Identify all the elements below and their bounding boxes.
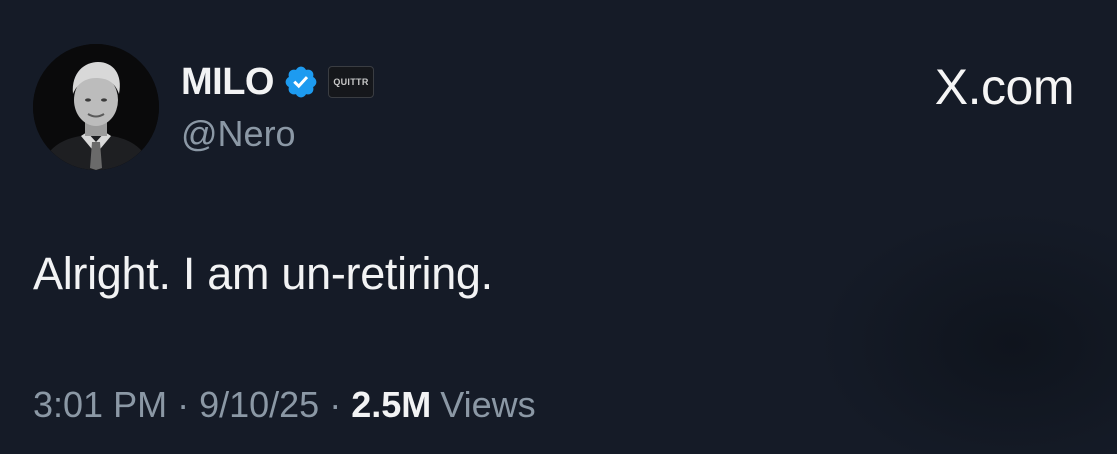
tweet-card: MILO QUITTR @Nero X.com Alright. I am un… [0,0,1117,454]
brand-label: X.com [934,59,1075,115]
views-label: Views [440,384,536,425]
author-handle[interactable]: @Nero [181,113,296,155]
views-count[interactable]: 2.5M [351,384,431,426]
avatar[interactable] [33,44,159,170]
tweet-date[interactable]: 9/10/25 [199,384,319,426]
affiliate-badge[interactable]: QUITTR [327,66,374,98]
author-display-name[interactable]: MILO [181,61,274,104]
meta-separator: · [177,384,190,425]
author-name-row: MILO QUITTR [181,60,374,104]
tweet-meta: 3:01 PM · 9/10/25 · 2.5M Views [33,384,536,426]
avatar-portrait [33,44,159,170]
tweet-time[interactable]: 3:01 PM [33,384,167,426]
verified-badge-icon [285,66,317,98]
meta-separator: · [329,384,342,425]
tweet-text: Alright. I am un-retiring. [33,248,493,299]
background-shade [817,210,1117,454]
